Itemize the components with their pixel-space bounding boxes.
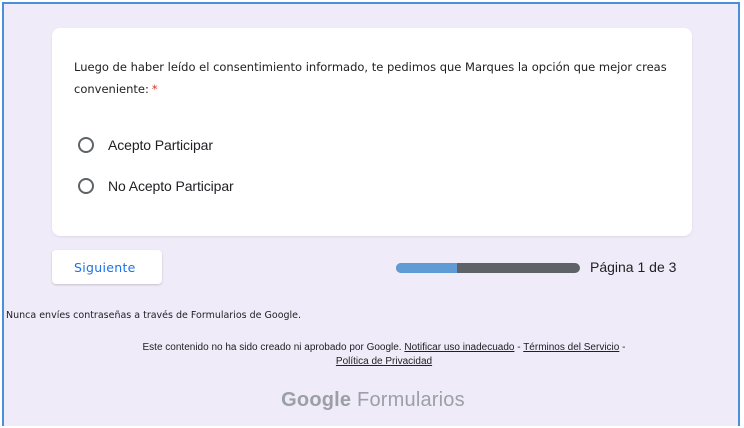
- progress-bar-fill: [396, 263, 457, 273]
- terms-link[interactable]: Términos del Servicio: [523, 342, 619, 353]
- disclaimer-text: Este contenido no ha sido creado ni apro…: [142, 342, 402, 353]
- password-warning: Nunca envíes contraseñas a través de For…: [6, 310, 302, 321]
- disclaimer: Este contenido no ha sido creado ni apro…: [64, 341, 704, 369]
- required-asterisk: *: [151, 82, 158, 96]
- separator: -: [517, 342, 521, 353]
- form-frame: Luego de haber leído el consentimiento i…: [2, 2, 740, 426]
- separator: -: [622, 342, 626, 353]
- option-label: Acepto Participar: [108, 137, 213, 153]
- privacy-link[interactable]: Política de Privacidad: [336, 356, 432, 367]
- next-button[interactable]: Siguiente: [52, 250, 162, 284]
- option-acepto-participar[interactable]: Acepto Participar: [78, 137, 213, 153]
- progress-bar: [396, 263, 580, 273]
- option-label: No Acepto Participar: [108, 178, 234, 194]
- report-abuse-link[interactable]: Notificar uso inadecuado: [404, 342, 514, 353]
- option-no-acepto-participar[interactable]: No Acepto Participar: [78, 178, 234, 194]
- question-title: Luego de haber leído el consentimiento i…: [74, 56, 674, 100]
- radio-button[interactable]: [78, 178, 94, 194]
- question-card: Luego de haber leído el consentimiento i…: [52, 28, 692, 236]
- brand-product: Formularios: [357, 389, 465, 411]
- page-indicator: Página 1 de 3: [590, 259, 677, 275]
- question-text: Luego de haber leído el consentimiento i…: [74, 60, 667, 96]
- brand-google: Google: [281, 389, 352, 411]
- google-forms-logo[interactable]: Google Formularios: [4, 389, 738, 412]
- radio-button[interactable]: [78, 137, 94, 153]
